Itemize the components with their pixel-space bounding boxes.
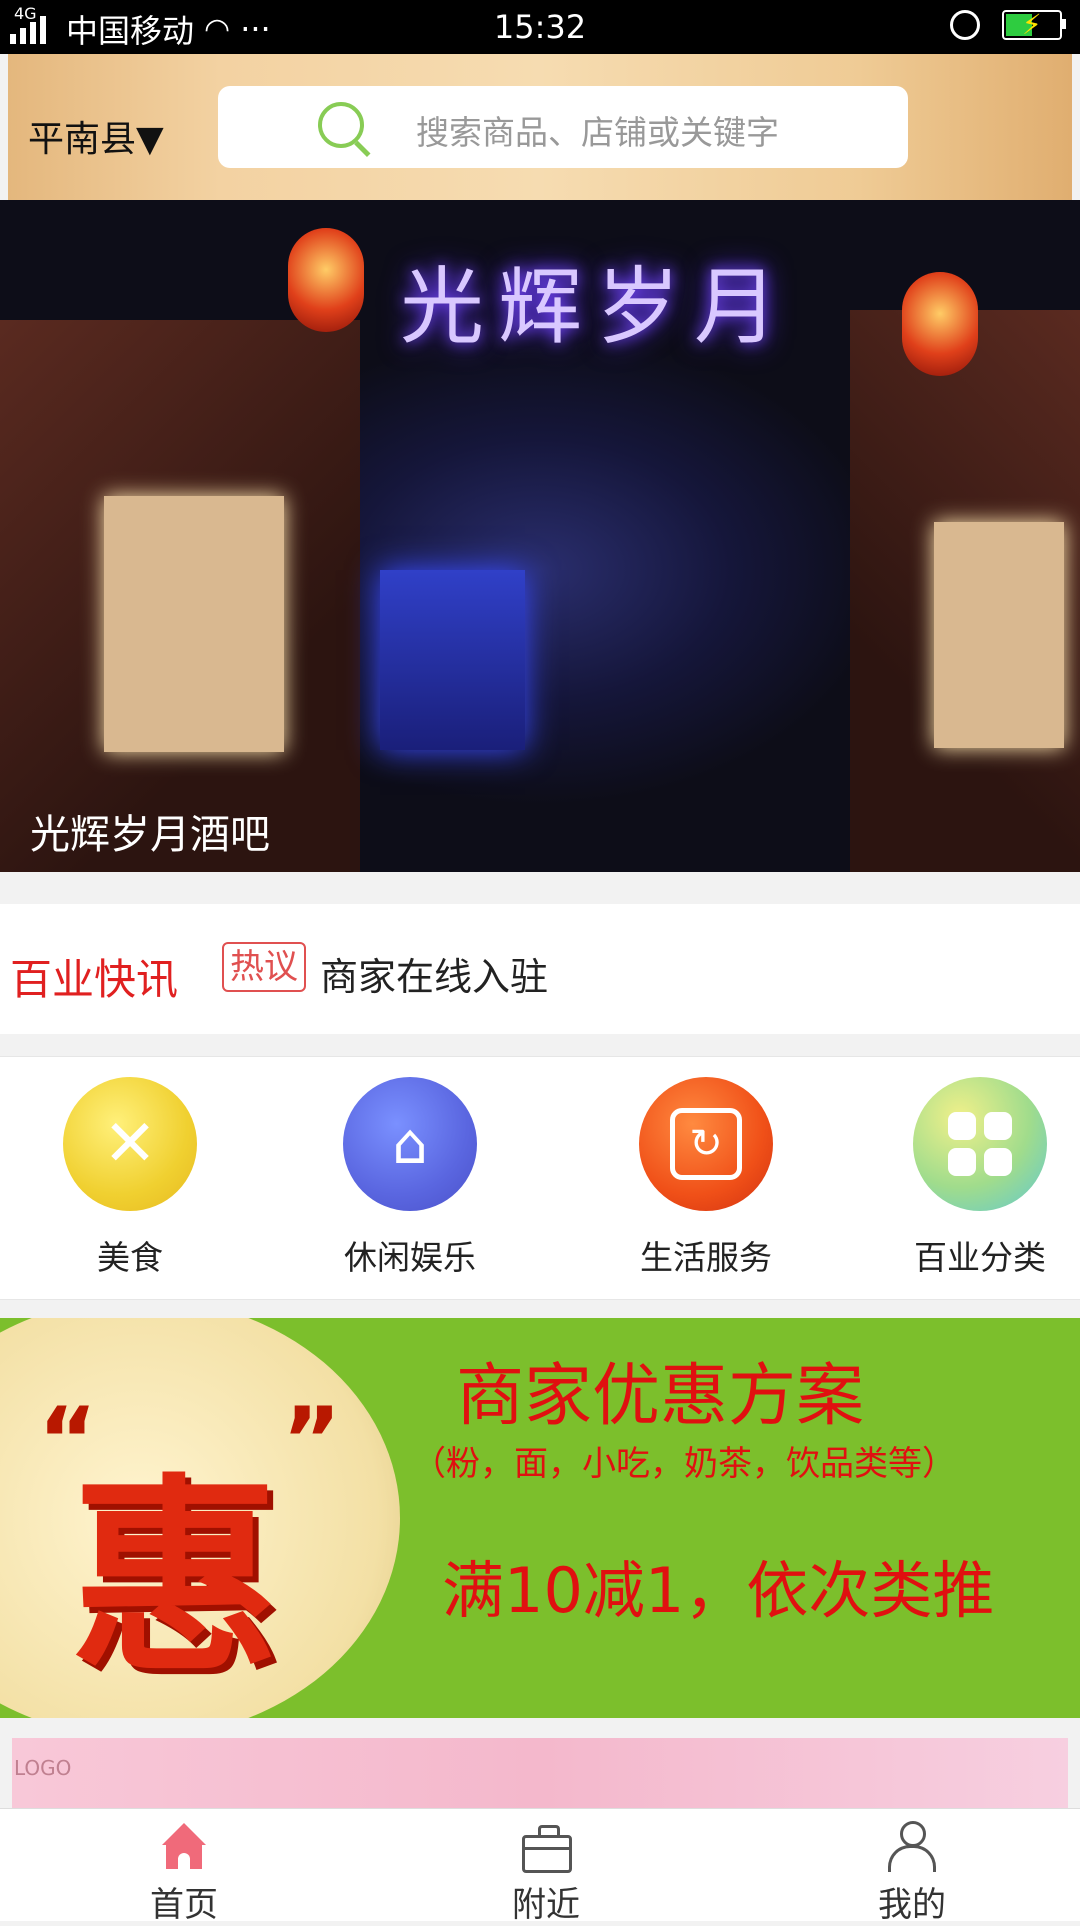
category-services[interactable]: ↻ 生活服务 (606, 1077, 806, 1279)
grid-icon (913, 1077, 1047, 1211)
search-bar[interactable]: 搜索商品、店铺或关键字 (218, 86, 908, 168)
banner-caption: 光辉岁月酒吧 (30, 812, 270, 858)
search-placeholder: 搜索商品、店铺或关键字 (416, 113, 779, 152)
glowing-doorway (380, 570, 525, 750)
tab-home[interactable]: 首页 (84, 1809, 284, 1926)
category-entertainment[interactable]: ⌂ 休闲娱乐 (310, 1077, 510, 1279)
bottom-tab-bar: 首页 附近 我的 (0, 1808, 1080, 1925)
promo-banner[interactable]: “ 惠 ” 商家优惠方案 （粉，面，小吃，奶茶，饮品类等） 满10减1，依次类推 (0, 1318, 1080, 1718)
palm-island-icon: ⌂ (343, 1077, 477, 1211)
category-label: 美食 (97, 1238, 163, 1277)
tab-label: 首页 (150, 1885, 218, 1925)
status-right: ⚡ (950, 8, 1066, 41)
hot-tag: 热议 (222, 942, 306, 992)
news-title: 百业快讯 (10, 955, 179, 1004)
promo-offer: 满10减1，依次类推 (442, 1554, 995, 1627)
gear-panel-right (934, 522, 1064, 748)
neon-sign: 光辉岁月 (400, 258, 793, 356)
news-ticker[interactable]: 百业快讯 热议 商家在线入驻 (0, 904, 1080, 1034)
category-label: 百业分类 (914, 1238, 1046, 1277)
status-time: 15:32 (493, 8, 587, 46)
category-all[interactable]: 百业分类 (880, 1077, 1080, 1279)
location-selector[interactable]: 平南县▼ (28, 110, 164, 162)
promo-title: 商家优惠方案 (456, 1357, 865, 1436)
person-icon (884, 1819, 940, 1875)
home-icon (156, 1819, 212, 1875)
category-grid: ✕ 美食 ⌂ 休闲娱乐 ↻ 生活服务 百业分类 (0, 1056, 1080, 1300)
tab-label: 我的 (878, 1885, 946, 1925)
news-text[interactable]: 商家在线入驻 (320, 946, 548, 1001)
battery-icon: ⚡ (1002, 8, 1066, 41)
hero-banner[interactable]: 光辉岁月 光辉岁月酒吧 (0, 200, 1080, 872)
next-banner-strip[interactable]: LOGO (12, 1738, 1068, 1808)
tab-label: 附近 (512, 1885, 580, 1925)
refresh-icon: ↻ (639, 1077, 773, 1211)
category-food[interactable]: ✕ 美食 (30, 1077, 230, 1279)
tab-nearby[interactable]: 附近 (446, 1809, 646, 1926)
search-icon (318, 102, 364, 148)
category-label: 休闲娱乐 (344, 1238, 476, 1277)
promo-quote-right: ” (282, 1388, 342, 1493)
promo-hui-character: 惠 (70, 1454, 281, 1701)
fork-knife-icon: ✕ (63, 1077, 197, 1211)
lantern-right (902, 272, 978, 376)
status-bar: 4G 中国移动 ◠ ··· 15:32 ⚡ (0, 0, 1080, 54)
tab-mine[interactable]: 我的 (812, 1809, 1012, 1926)
gear-panel-left (104, 496, 284, 752)
alarm-icon (950, 10, 980, 40)
category-label: 生活服务 (640, 1238, 772, 1277)
lantern-left (288, 228, 364, 332)
promo-subtitle: （粉，面，小吃，奶茶，饮品类等） (412, 1444, 956, 1484)
strip-logo: LOGO (14, 1756, 72, 1780)
briefcase-icon (518, 1819, 574, 1875)
top-header: 平南县▼ 搜索商品、店铺或关键字 (8, 54, 1072, 200)
